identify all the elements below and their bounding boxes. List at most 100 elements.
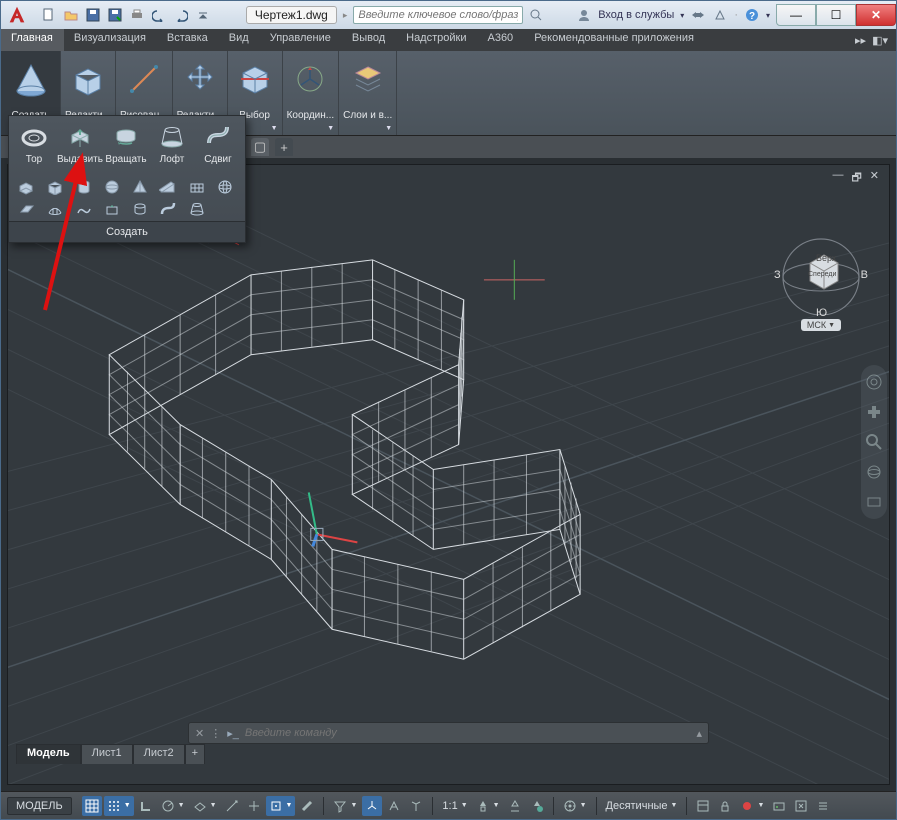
status-ortho-icon[interactable] — [136, 796, 156, 816]
ribbon-expand-icon[interactable]: ▸▸ — [855, 34, 866, 47]
status-autosnap-icon[interactable] — [244, 796, 264, 816]
surface-sweep-icon[interactable] — [156, 199, 180, 219]
drawing-tab-new[interactable]: + — [275, 138, 293, 156]
status-lock-icon[interactable] — [715, 796, 735, 816]
surface-revolve-icon[interactable] — [128, 199, 152, 219]
viewcube-w[interactable]: З — [774, 269, 781, 281]
ribbon-tab[interactable]: A360 — [477, 29, 524, 51]
panel-layers[interactable]: Слои и в...▼ — [339, 51, 397, 135]
qat-open-icon[interactable] — [61, 5, 81, 25]
layout-tab[interactable]: Лист2 — [133, 744, 185, 764]
search-icon[interactable] — [529, 8, 543, 22]
status-annoscale-icon[interactable]: ▼ — [473, 796, 503, 816]
ribbon-tab[interactable]: Рекомендованные приложения — [524, 29, 705, 51]
status-hardware-icon[interactable] — [769, 796, 789, 816]
flyout-torus[interactable]: Тор — [11, 120, 57, 167]
ucs-badge[interactable]: МСК▼ — [801, 319, 841, 331]
app-logo[interactable] — [1, 1, 33, 29]
mesh-sphere-icon[interactable] — [213, 177, 237, 197]
status-dynucs-icon[interactable] — [384, 796, 404, 816]
qat-save-icon[interactable] — [83, 5, 103, 25]
flyout-sweep[interactable]: Сдвиг — [195, 120, 241, 167]
status-polar-icon[interactable]: ▼ — [158, 796, 188, 816]
status-gizmo-icon[interactable] — [362, 796, 382, 816]
minimize-button[interactable]: — — [776, 4, 816, 26]
status-customize-icon[interactable] — [813, 796, 833, 816]
status-isoplane-icon[interactable]: ▼ — [190, 796, 220, 816]
surface-planar-icon[interactable] — [15, 199, 39, 219]
status-osnap3d-icon[interactable]: ▼ — [266, 796, 296, 816]
status-quickprops-icon[interactable] — [693, 796, 713, 816]
primitive-pyramid-icon[interactable] — [128, 177, 152, 197]
viewport[interactable]: e] — 🗗 ✕ — [7, 164, 890, 785]
panel-coordinates[interactable]: Координ...▼ — [283, 51, 340, 135]
primitive-box-icon[interactable] — [43, 177, 67, 197]
status-snap-icon[interactable]: ▼ — [104, 796, 134, 816]
flyout-footer[interactable]: Создать — [9, 221, 245, 242]
command-line[interactable]: ✕ ⋮ ▸_ ▴ — [188, 722, 709, 744]
layout-tab[interactable]: Модель — [16, 744, 81, 764]
cmd-recent-icon[interactable]: ▴ — [696, 727, 702, 740]
close-button[interactable]: ✕ — [856, 4, 896, 26]
keyword-search-input[interactable] — [353, 6, 523, 24]
surface-extrude-icon[interactable] — [100, 199, 124, 219]
viewcube-s[interactable]: Ю — [816, 307, 827, 319]
qat-saveas-icon[interactable] — [105, 5, 125, 25]
nav-wheel-icon[interactable] — [865, 373, 883, 391]
ribbon-tab[interactable]: Главная — [1, 29, 64, 51]
ribbon-tab[interactable]: Надстройки — [396, 29, 477, 51]
status-ucs-icon[interactable] — [406, 796, 426, 816]
qat-undo-icon[interactable] — [149, 5, 169, 25]
qat-new-icon[interactable] — [39, 5, 59, 25]
nav-pan-icon[interactable] — [865, 403, 883, 421]
cmd-handle-icon[interactable]: ⋮ — [210, 727, 221, 740]
viewcube-e[interactable]: В — [861, 269, 868, 281]
status-scale[interactable]: 1:1▼ — [439, 796, 470, 816]
status-lineweight-icon[interactable] — [297, 796, 317, 816]
ribbon-tab[interactable]: Вид — [219, 29, 260, 51]
maximize-button[interactable]: ☐ — [816, 4, 856, 26]
layout-tab[interactable]: Лист1 — [81, 744, 133, 764]
viewcube-front[interactable]: Спереди — [808, 271, 836, 278]
view-cube[interactable]: З В Ю Верх Спереди МСК▼ — [771, 225, 871, 345]
flyout-revolve[interactable]: Вращать — [103, 120, 149, 167]
status-grid-icon[interactable] — [82, 796, 102, 816]
status-workspace-icon[interactable]: ▼ — [560, 796, 590, 816]
nav-showmotion-icon[interactable] — [865, 493, 883, 511]
status-annovisibility-icon[interactable] — [527, 796, 547, 816]
nav-orbit-icon[interactable] — [865, 463, 883, 481]
viewcube-top[interactable]: Верх — [816, 253, 836, 263]
signin-link[interactable]: Вход в службы — [598, 9, 674, 21]
primitive-wedge-icon[interactable] — [156, 177, 180, 197]
command-input[interactable] — [245, 727, 691, 739]
status-isolate-icon[interactable]: ▼ — [737, 796, 767, 816]
primitive-polysolid-icon[interactable] — [15, 177, 39, 197]
status-units[interactable]: Десятичные▼ — [603, 796, 681, 816]
ribbon-tab[interactable]: Вставка — [157, 29, 219, 51]
status-cleanscreen-icon[interactable] — [791, 796, 811, 816]
smoothmesh-icon[interactable] — [185, 177, 209, 197]
cmd-close-icon[interactable]: ✕ — [195, 727, 204, 740]
drawing-tab-current[interactable]: ▢ — [251, 138, 269, 156]
qat-redo-icon[interactable] — [171, 5, 191, 25]
primitive-sphere-icon[interactable] — [100, 177, 124, 197]
qat-more-icon[interactable] — [193, 5, 213, 25]
user-icon[interactable] — [576, 7, 592, 23]
surface-network-icon[interactable] — [43, 199, 67, 219]
status-filter-icon[interactable]: ▼ — [330, 796, 360, 816]
help-icon[interactable]: ? — [744, 7, 760, 23]
a360-icon[interactable] — [712, 7, 728, 23]
primitive-cylinder-icon[interactable] — [72, 177, 96, 197]
ribbon-tab[interactable]: Вывод — [342, 29, 396, 51]
status-annotation-icon[interactable] — [505, 796, 525, 816]
ribbon-menu-icon[interactable]: ◧▾ — [872, 34, 888, 47]
exchange-icon[interactable] — [690, 7, 706, 23]
qat-print-icon[interactable] — [127, 5, 147, 25]
nav-zoom-icon[interactable] — [865, 433, 883, 451]
ribbon-tab[interactable]: Управление — [260, 29, 342, 51]
surface-loft-icon[interactable] — [185, 199, 209, 219]
flyout-loft[interactable]: Лофт — [149, 120, 195, 167]
ribbon-tab[interactable]: Визуализация — [64, 29, 157, 51]
layout-tab-add[interactable]: + — [185, 744, 205, 764]
status-model-button[interactable]: МОДЕЛЬ — [7, 797, 72, 815]
